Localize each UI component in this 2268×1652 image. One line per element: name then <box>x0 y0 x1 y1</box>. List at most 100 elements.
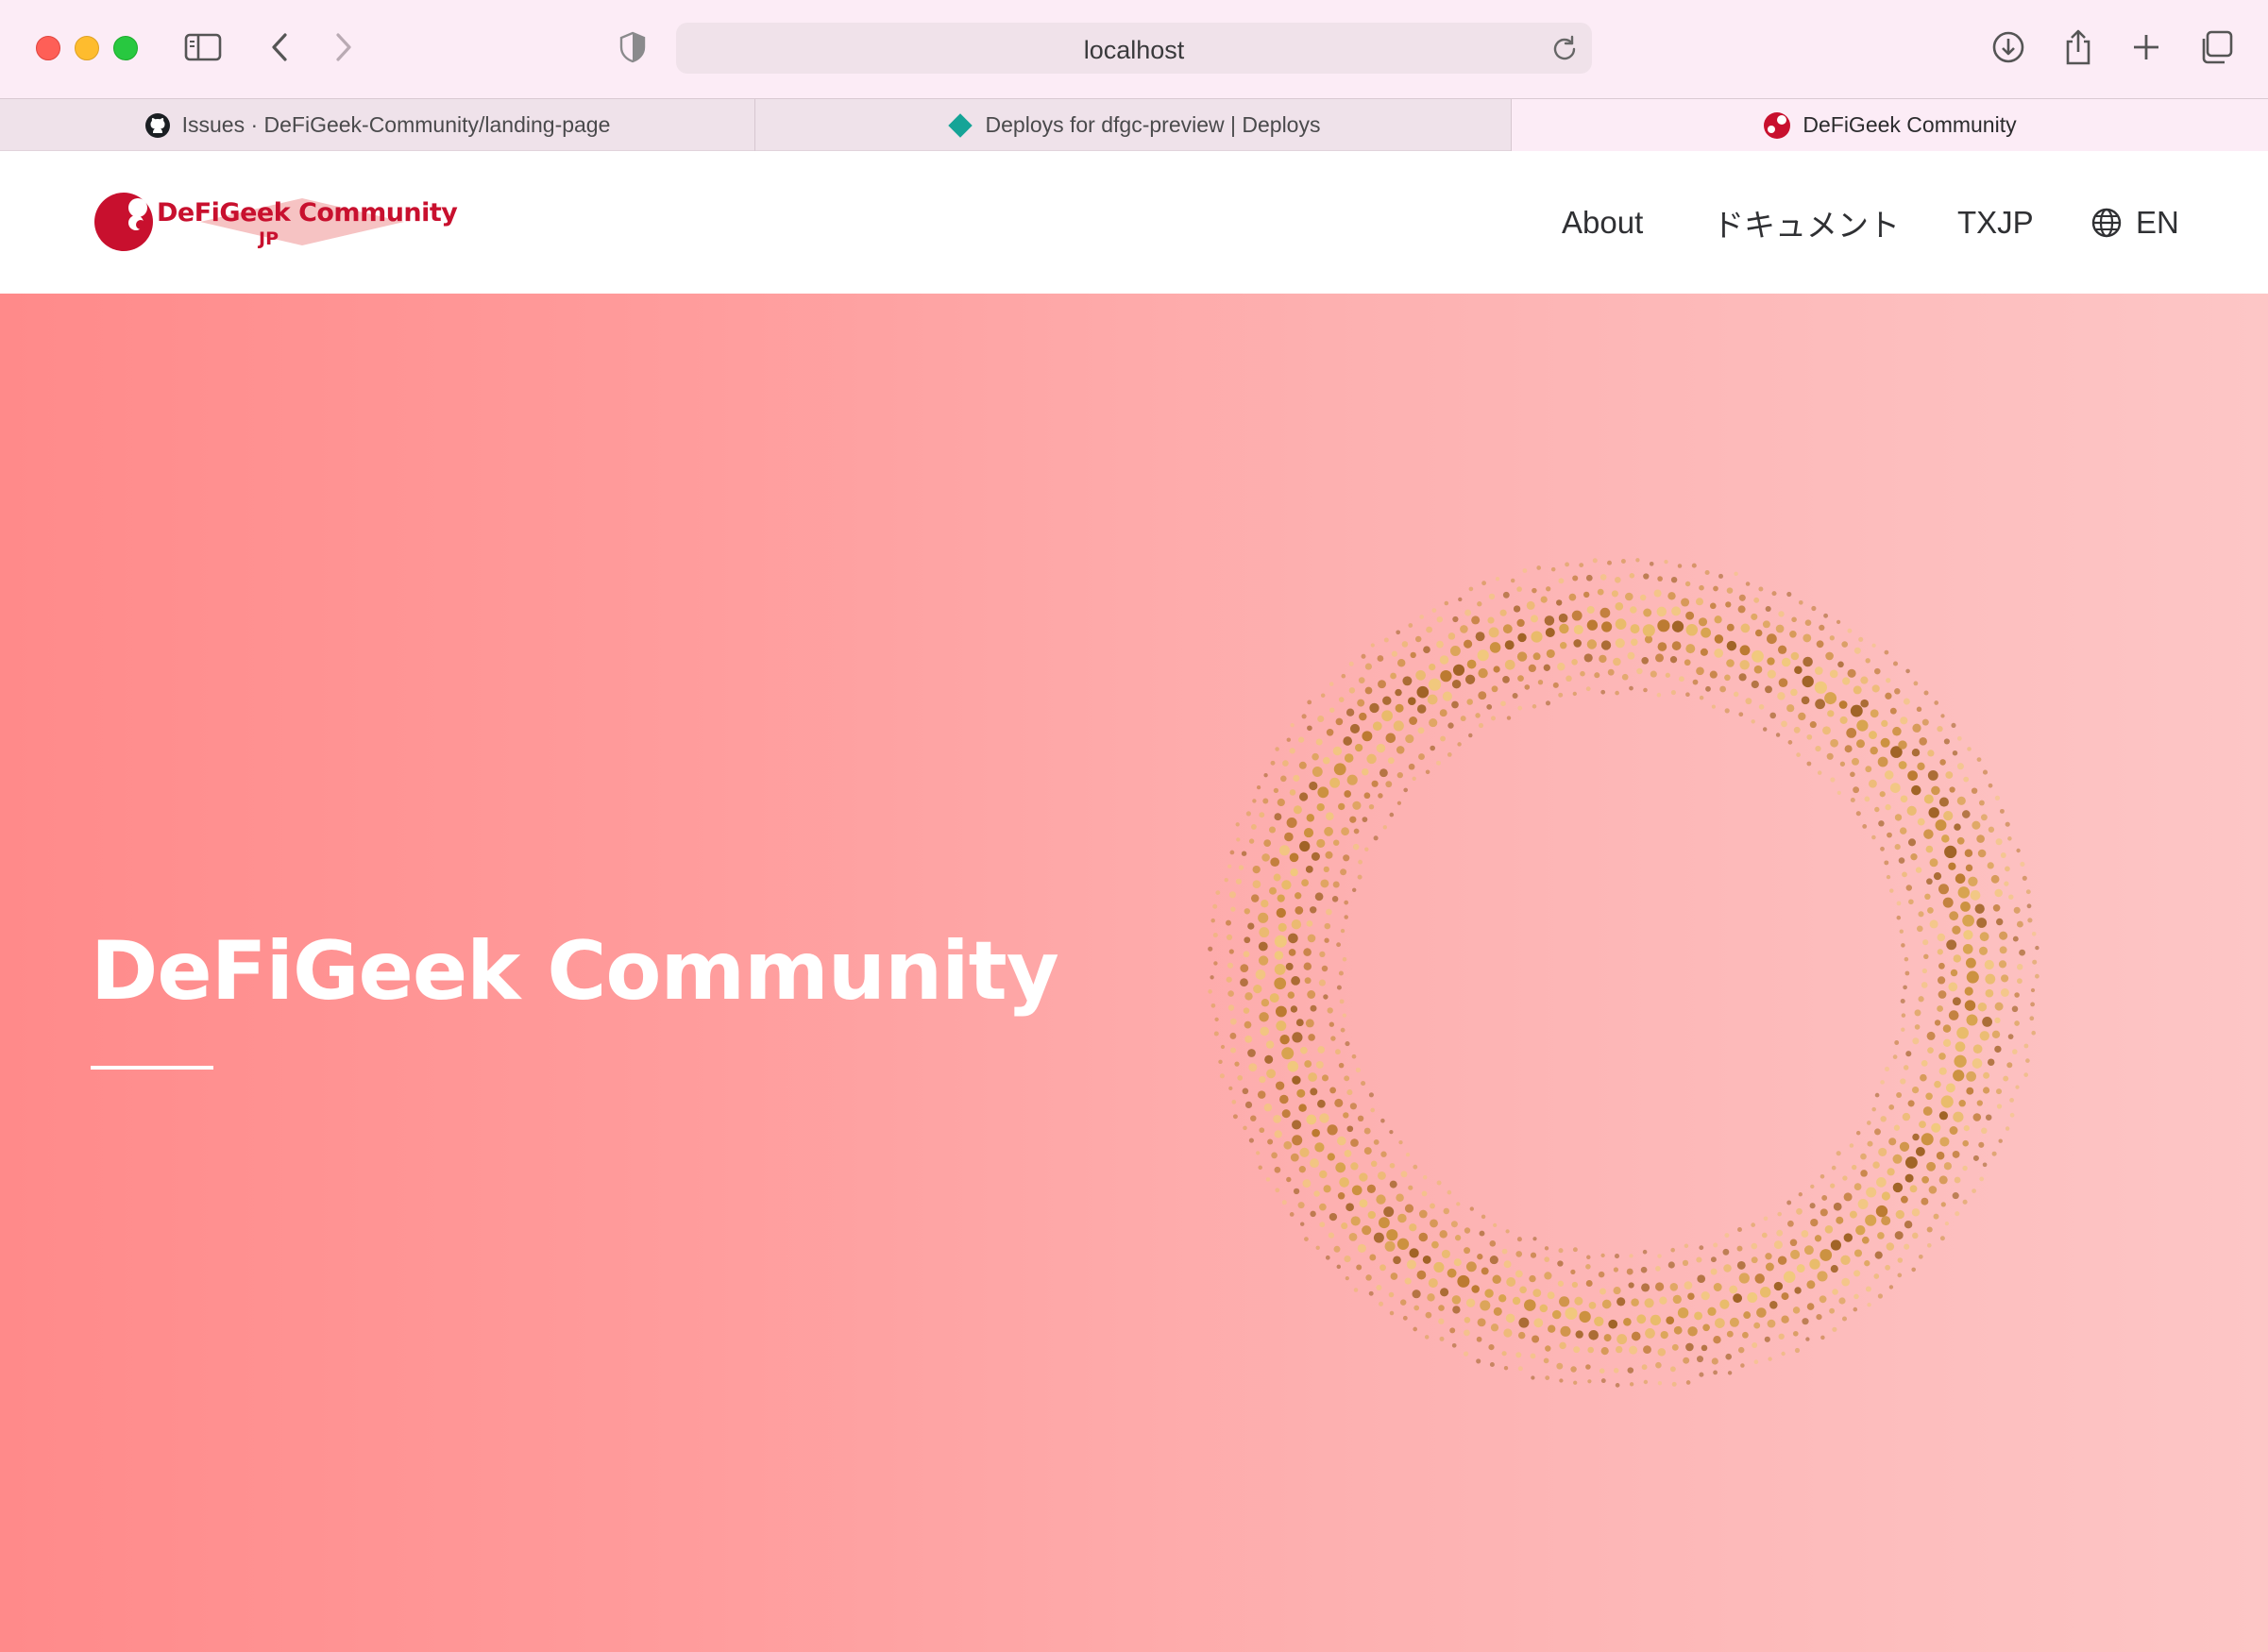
ring-dot <box>1601 621 1613 632</box>
ring-dot <box>1440 669 1452 683</box>
address-bar[interactable]: localhost <box>676 23 1592 74</box>
ring-dot <box>1478 722 1484 729</box>
ring-dot <box>1641 657 1649 665</box>
ring-dot <box>1736 1260 1746 1270</box>
ring-dot <box>1457 1274 1470 1288</box>
privacy-shield-icon[interactable] <box>610 25 655 70</box>
ring-dot <box>1436 615 1444 623</box>
ring-dot <box>1488 593 1496 600</box>
ring-dot <box>1478 691 1487 700</box>
ring-dot <box>1751 1256 1758 1264</box>
ring-dot <box>1855 739 1866 749</box>
ring-dot <box>1691 563 1697 568</box>
ring-dot <box>1319 1222 1326 1228</box>
nav-docs-link[interactable]: ドキュメント <box>1713 151 1900 294</box>
ring-dot <box>1352 801 1362 810</box>
ring-dot <box>1952 925 1961 935</box>
ring-dot <box>1425 769 1430 775</box>
ring-dot <box>1477 649 1489 662</box>
ring-dot <box>1611 590 1618 598</box>
share-icon[interactable] <box>2056 25 2101 70</box>
ring-dot <box>1669 1366 1676 1373</box>
ring-dot <box>1929 858 1938 868</box>
minimize-window-button[interactable] <box>75 36 99 60</box>
ring-dot <box>1354 743 1363 752</box>
ring-dot <box>1425 1311 1432 1319</box>
ring-dot <box>1962 914 1974 927</box>
tab-github-issues[interactable]: Issues · DeFiGeek-Community/landing-page <box>0 99 755 151</box>
ring-dot <box>1286 817 1297 829</box>
ring-dot <box>1481 581 1487 586</box>
forward-arrow-icon[interactable] <box>321 25 366 70</box>
ring-dot <box>1261 900 1269 908</box>
ring-dot <box>1836 619 1841 625</box>
tab-defigeek-community[interactable]: DeFiGeek Community <box>1512 99 2268 151</box>
ring-dot <box>1898 761 1907 769</box>
ring-dot <box>1685 1342 1694 1352</box>
sidebar-toggle-icon[interactable] <box>180 25 226 70</box>
download-icon[interactable] <box>1986 25 2031 70</box>
site-logo[interactable]: DeFiGeek Community JP <box>93 189 458 255</box>
logo-sub-jp: JP <box>259 228 279 249</box>
ring-dot <box>1810 1184 1815 1189</box>
ring-dot <box>1279 1035 1290 1045</box>
new-tab-plus-icon[interactable] <box>2124 25 2169 70</box>
hero-section: DeFiGeek Community <box>0 294 2268 1652</box>
ring-dot <box>1290 722 1295 728</box>
language-selector[interactable]: EN <box>2090 151 2179 294</box>
ring-dot <box>1699 1245 1704 1251</box>
ring-dot <box>1745 582 1751 586</box>
ring-dot <box>1517 632 1527 643</box>
ring-dot <box>1601 1299 1612 1309</box>
ring-dot <box>1847 628 1853 633</box>
ring-dot <box>1908 899 1914 905</box>
ring-dot <box>1623 1317 1632 1326</box>
ring-dot <box>1615 638 1625 649</box>
ring-dot <box>1767 669 1776 679</box>
ring-dot <box>1244 1035 1253 1043</box>
ring-dot <box>1699 1372 1704 1377</box>
ring-dot <box>1304 977 1312 985</box>
ring-dot <box>1419 615 1425 619</box>
ring-dot <box>1753 1322 1761 1329</box>
nav-txjp-link[interactable]: TXJP <box>1957 151 2034 294</box>
ring-dot <box>1405 734 1414 744</box>
ring-dot <box>1641 1283 1650 1292</box>
ring-dot <box>1505 1229 1510 1234</box>
ring-dot <box>1987 1058 1995 1066</box>
ring-dot <box>1498 1294 1507 1303</box>
reload-icon[interactable] <box>1550 34 1579 67</box>
ring-dot <box>1860 699 1870 708</box>
tab-netlify-deploys[interactable]: Deploys for dfgc-preview | Deploys <box>755 99 1512 151</box>
ring-dot <box>1906 805 1917 816</box>
ring-dot <box>1600 689 1606 695</box>
ring-dot <box>1629 685 1633 691</box>
close-window-button[interactable] <box>36 36 60 60</box>
ring-dot <box>1416 685 1430 699</box>
ring-dot <box>1268 826 1277 834</box>
ring-dot <box>1753 665 1763 674</box>
ring-dot <box>1654 1282 1665 1291</box>
back-arrow-icon[interactable] <box>257 25 302 70</box>
ring-dot <box>1464 674 1476 684</box>
ring-dot <box>1616 1345 1623 1354</box>
ring-dot <box>2001 974 2009 983</box>
ring-dot <box>1955 1041 1966 1053</box>
ring-dot <box>2022 875 2027 881</box>
ring-dot <box>1972 1113 1982 1121</box>
ring-dot <box>1814 666 1823 675</box>
ring-dot <box>1826 752 1834 760</box>
nav-about-link[interactable]: About <box>1562 151 1643 294</box>
ring-dot <box>1777 645 1787 654</box>
ring-dot <box>1954 1054 1967 1068</box>
ring-dot <box>1319 1203 1327 1211</box>
zoom-window-button[interactable] <box>113 36 138 60</box>
ring-dot <box>1671 1343 1679 1351</box>
tab-overview-icon[interactable] <box>2193 25 2239 70</box>
ring-dot <box>1583 653 1593 663</box>
site-header: DeFiGeek Community JP About ドキュメント TXJP … <box>0 151 2268 294</box>
ring-dot <box>1338 970 1344 976</box>
ring-dot <box>1540 596 1548 603</box>
ring-dot <box>1559 1378 1564 1383</box>
ring-dot <box>1308 1072 1318 1082</box>
